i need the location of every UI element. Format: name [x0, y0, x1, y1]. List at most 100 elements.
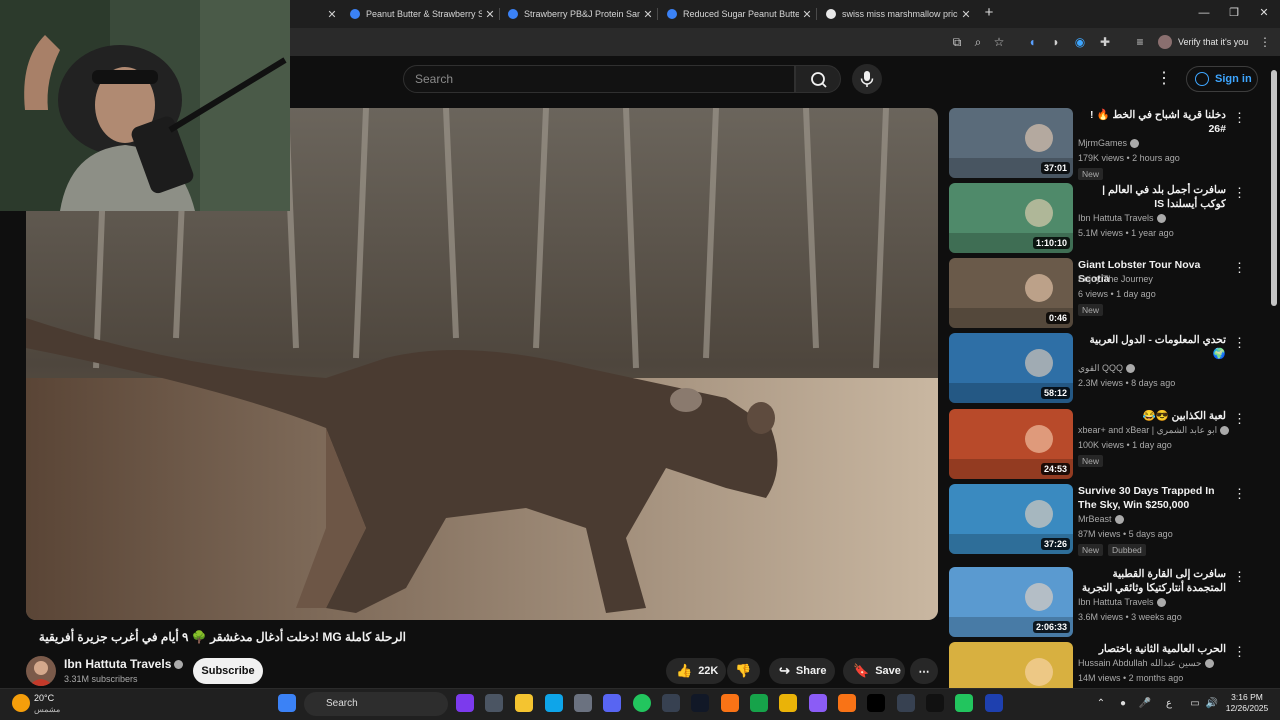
recommended-video[interactable]: 37:01 دخلنا قرية اشباح في الخط 🔥 ! #26 Mj…	[949, 108, 1249, 180]
channel-name[interactable]: MrBeast	[1078, 514, 1124, 525]
tray-app-icon[interactable]: ●	[1116, 697, 1130, 711]
tab-partial[interactable]: ✕	[290, 3, 340, 25]
taskbar-search[interactable]: Search	[304, 692, 448, 716]
file-explorer-icon[interactable]	[515, 694, 533, 712]
app-icon[interactable]	[838, 694, 856, 712]
tab-strawberry[interactable]: Strawberry PB&J Protein Sandw✕	[500, 3, 656, 25]
channel-name[interactable]: Ibn Hattuta Travels	[1078, 597, 1166, 608]
tiktok-icon[interactable]	[867, 694, 885, 712]
brave-icon[interactable]	[721, 694, 739, 712]
weather-icon[interactable]	[12, 694, 30, 712]
tab-reduced-sugar[interactable]: Reduced Sugar Peanut Butter & ✕	[659, 3, 815, 25]
recommended-video[interactable]: 0:46 Giant Lobster Tour Nova Scotia Enjoy…	[949, 258, 1249, 328]
video-title[interactable]: سافرت إلى القارة القطبية المتجمدة أنتارك…	[1078, 567, 1226, 595]
more-options-icon[interactable]: ⋮	[1233, 335, 1246, 351]
extensions-puzzle-icon[interactable]: ✚	[1096, 33, 1114, 51]
more-options-icon[interactable]: ⋮	[1233, 569, 1246, 585]
recommended-video[interactable]: 24:53 لعبة الكذابين 😎😂 xbear+ and xBear |…	[949, 409, 1249, 479]
video-title[interactable]: تحدي المعلومات - الدول العربية 🌍	[1078, 333, 1226, 361]
task-view-icon[interactable]	[485, 694, 503, 712]
recommended-video[interactable]: 2:06:33 سافرت إلى القارة القطبية المتجمد…	[949, 567, 1249, 637]
network-icon[interactable]: ▭	[1188, 697, 1202, 711]
channel-name[interactable]: القوي QQQ	[1078, 363, 1136, 374]
video-title[interactable]: سافرت أجمل بلد في العالم | كوكب أيسلندا …	[1078, 183, 1226, 211]
dislike-button[interactable]: 👎	[727, 658, 760, 684]
close-icon[interactable]: ✕	[482, 8, 498, 21]
close-window-button[interactable]: ✕	[1249, 2, 1279, 24]
excel-icon[interactable]	[750, 694, 768, 712]
channel-name[interactable]: Ibn Hattuta Travels	[64, 657, 184, 671]
zoom-icon[interactable]: ⌕	[969, 33, 987, 51]
close-icon[interactable]: ✕	[324, 8, 340, 21]
video-title[interactable]: لعبة الكذابين 😎😂	[1078, 409, 1226, 423]
app-icon[interactable]	[809, 694, 827, 712]
copilot-icon[interactable]	[456, 694, 474, 712]
settings-menu-icon[interactable]: ⋮	[1156, 68, 1172, 90]
chrome-icon[interactable]	[633, 694, 651, 712]
more-options-icon[interactable]: ⋮	[1233, 411, 1246, 427]
video-thumbnail[interactable]: 0:46	[949, 258, 1073, 328]
recommended-video[interactable]: 37:26 Survive 30 Days Trapped In The Sky…	[949, 484, 1249, 556]
app-icon[interactable]	[779, 694, 797, 712]
restore-button[interactable]: ❐	[1219, 2, 1249, 24]
more-options-icon[interactable]: ⋮	[1233, 486, 1246, 502]
recommended-video[interactable]: 58:12 تحدي المعلومات - الدول العربية 🌍 ال…	[949, 333, 1249, 403]
like-button[interactable]: 👍 22K	[666, 658, 726, 684]
app-icon[interactable]	[897, 694, 915, 712]
windows-start-icon[interactable]	[278, 694, 296, 712]
volume-icon[interactable]: 🔊	[1205, 697, 1219, 711]
browser-menu-icon[interactable]: ⋮	[1256, 33, 1274, 51]
app-icon[interactable]	[926, 694, 944, 712]
video-thumbnail[interactable]: 37:01	[949, 108, 1073, 178]
channel-name[interactable]: Ibn Hattuta Travels	[1078, 213, 1166, 224]
video-thumbnail[interactable]: 1:10:10	[949, 183, 1073, 253]
more-options-icon[interactable]: ⋮	[1233, 260, 1246, 276]
recommended-video[interactable]: 1:10:10 سافرت أجمل بلد في العالم | كوكب …	[949, 183, 1249, 253]
channel-name[interactable]: Enjoy The Journey	[1078, 274, 1153, 284]
store-icon[interactable]	[574, 694, 592, 712]
more-options-icon[interactable]: ⋮	[1233, 185, 1246, 201]
extension-palette-icon[interactable]: ◗	[1047, 33, 1065, 51]
video-thumbnail[interactable]: 2:06:33	[949, 567, 1073, 637]
scrollbar[interactable]	[1271, 70, 1277, 306]
app-icon[interactable]	[691, 694, 709, 712]
more-options-icon[interactable]: ⋮	[1233, 644, 1246, 660]
nvidia-icon[interactable]	[955, 694, 973, 712]
more-actions-button[interactable]: ⋯	[910, 658, 938, 684]
subscribe-button[interactable]: Subscribe	[193, 658, 263, 684]
edge-icon[interactable]	[545, 694, 563, 712]
microphone-icon[interactable]: 🎤	[1138, 697, 1152, 711]
reading-list-icon[interactable]: ≡	[1131, 33, 1149, 51]
tab-swiss-miss[interactable]: swiss miss marshmallow price - ✕	[818, 3, 974, 25]
search-button[interactable]	[795, 65, 841, 93]
save-button[interactable]: 🔖 Save	[843, 658, 905, 684]
extension-audio-icon[interactable]: ◖	[1023, 33, 1041, 51]
close-icon[interactable]: ✕	[958, 8, 974, 21]
video-title[interactable]: Survive 30 Days Trapped In The Sky, Win …	[1078, 484, 1226, 512]
tab-peanut-butter[interactable]: Peanut Butter & Strawberry Sp ✕	[342, 3, 498, 25]
channel-name[interactable]: Hussain Abdullah حسين عبدالله	[1078, 658, 1214, 669]
video-title[interactable]: دخلنا قرية اشباح في الخط 🔥 ! #26	[1078, 108, 1226, 136]
sign-in-button[interactable]: Sign in	[1186, 66, 1258, 92]
extension-shield-icon[interactable]: ◉	[1071, 33, 1089, 51]
share-button[interactable]: ↪ Share	[769, 658, 835, 684]
clock[interactable]: 3:16 PM 12/26/2025	[1222, 692, 1272, 714]
video-thumbnail[interactable]: 58:12	[949, 333, 1073, 403]
chevron-up-icon[interactable]: ⌃	[1094, 697, 1108, 711]
video-thumbnail[interactable]: 24:53	[949, 409, 1073, 479]
new-tab-button[interactable]: +	[980, 4, 998, 22]
close-icon[interactable]: ✕	[640, 8, 656, 21]
channel-avatar[interactable]	[26, 656, 56, 686]
app-icon[interactable]	[662, 694, 680, 712]
profile-button[interactable]: Verify that it's you	[1158, 32, 1248, 52]
channel-name[interactable]: xbear+ and xBear | ابو عابد الشمري	[1078, 425, 1230, 436]
minimize-button[interactable]: —	[1189, 2, 1219, 24]
language-icon[interactable]: ع	[1162, 697, 1176, 711]
search-input[interactable]: Search	[403, 65, 795, 93]
bookmark-star-icon[interactable]: ☆	[990, 33, 1008, 51]
channel-name[interactable]: MjrmGames	[1078, 138, 1139, 149]
steam-icon[interactable]	[985, 694, 1003, 712]
video-title[interactable]: الحرب العالمية الثانية باختصار	[1078, 642, 1226, 656]
more-options-icon[interactable]: ⋮	[1233, 110, 1246, 126]
discord-icon[interactable]	[603, 694, 621, 712]
